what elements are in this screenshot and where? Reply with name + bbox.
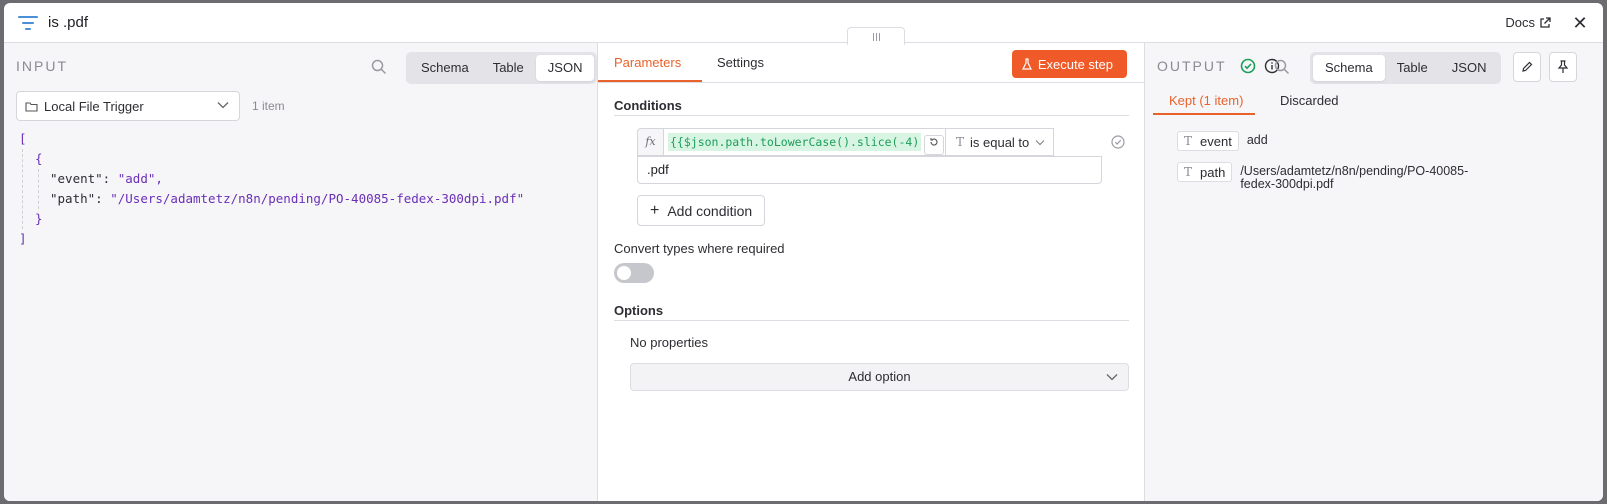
filter-icon bbox=[18, 16, 38, 30]
output-panel: OUTPUT Schema Table JSON Kept (1 item) D… bbox=[1145, 43, 1603, 501]
close-icon: ✕ bbox=[1572, 13, 1588, 33]
pin-output-button[interactable] bbox=[1549, 52, 1577, 82]
expression-text: {{$json.path.toLowerCase().slice(-4) bbox=[668, 133, 922, 151]
json-brace-open: { bbox=[35, 151, 43, 166]
search-icon[interactable] bbox=[371, 59, 387, 75]
json-bracket-close: ] bbox=[19, 231, 27, 246]
output-view-schema[interactable]: Schema bbox=[1313, 55, 1385, 81]
json-value-path: "/Users/adamtetz/n8n/pending/PO-40085-fe… bbox=[110, 191, 525, 206]
condition-check-icon bbox=[1111, 135, 1125, 149]
condition-left-expression[interactable]: {{$json.path.toLowerCase().slice(-4) bbox=[663, 128, 945, 156]
chevron-down-icon bbox=[1106, 374, 1118, 381]
expression-expand-button[interactable] bbox=[924, 135, 944, 155]
type-text-icon: T bbox=[1184, 165, 1193, 179]
node-details-modal: is .pdf Docs ✕ INPUT Schema Table JSON L… bbox=[4, 3, 1603, 501]
field-value-line: fedex-300dpi.pdf bbox=[1240, 177, 1334, 191]
json-viewer: [ { "event": "add", "path": "/Users/adam… bbox=[19, 129, 524, 249]
no-properties-text: No properties bbox=[630, 335, 709, 350]
success-check-icon bbox=[1240, 58, 1256, 74]
close-button[interactable]: ✕ bbox=[1569, 12, 1591, 34]
convert-types-label: Convert types where required bbox=[614, 241, 785, 256]
condition-right-value[interactable]: .pdf bbox=[637, 156, 1102, 184]
expand-icon bbox=[930, 138, 938, 146]
input-node-select[interactable]: Local File Trigger bbox=[16, 91, 240, 121]
input-label: INPUT bbox=[16, 58, 68, 74]
schema-field-tag[interactable]: T path bbox=[1177, 162, 1233, 182]
operator-label: is equal to bbox=[970, 134, 1030, 150]
search-icon[interactable] bbox=[1274, 59, 1290, 75]
docs-label: Docs bbox=[1505, 15, 1535, 30]
add-option-label: Add option bbox=[848, 369, 911, 384]
json-brace-close: } bbox=[35, 211, 43, 226]
input-panel: INPUT Schema Table JSON Local File Trigg… bbox=[4, 43, 598, 501]
field-value: /Users/adamtetz/n8n/pending/PO-40085- fe… bbox=[1240, 162, 1468, 191]
json-bracket-open: [ bbox=[19, 131, 27, 146]
flask-icon bbox=[1021, 58, 1032, 70]
tab-kept[interactable]: Kept (1 item) bbox=[1169, 93, 1243, 108]
docs-link[interactable]: Docs bbox=[1505, 15, 1551, 30]
json-key-path: "path": bbox=[50, 191, 103, 206]
schema-field-path: T path /Users/adamtetz/n8n/pending/PO-40… bbox=[1177, 162, 1468, 191]
pin-icon bbox=[1557, 60, 1569, 73]
add-condition-label: Add condition bbox=[667, 202, 753, 219]
type-text-icon: T bbox=[956, 135, 965, 149]
output-view-switcher: Schema Table JSON bbox=[1310, 52, 1502, 84]
active-tab-indicator bbox=[598, 80, 702, 82]
plus-icon: + bbox=[650, 201, 660, 219]
json-value-event: "add", bbox=[117, 171, 163, 186]
tab-settings[interactable]: Settings bbox=[717, 55, 764, 70]
convert-types-toggle[interactable] bbox=[614, 263, 654, 283]
input-view-json[interactable]: JSON bbox=[535, 55, 595, 81]
input-view-switcher: Schema Table JSON bbox=[406, 52, 598, 84]
schema-field-tag[interactable]: T event bbox=[1177, 131, 1239, 151]
edit-output-button[interactable] bbox=[1513, 52, 1541, 82]
output-view-json[interactable]: JSON bbox=[1440, 55, 1499, 81]
add-condition-button[interactable]: + Add condition bbox=[637, 195, 766, 226]
parameter-tabs: Parameters Settings Execute step bbox=[598, 43, 1144, 83]
execute-step-button[interactable]: Execute step bbox=[1011, 50, 1127, 78]
type-text-icon: T bbox=[1184, 134, 1193, 148]
node-title[interactable]: is .pdf bbox=[48, 14, 88, 31]
execute-step-label: Execute step bbox=[1037, 56, 1113, 72]
input-view-schema[interactable]: Schema bbox=[409, 55, 481, 81]
modal-header: is .pdf Docs ✕ bbox=[4, 3, 1603, 43]
conditions-title: Conditions bbox=[614, 98, 682, 113]
parameters-panel: Parameters Settings Execute step Conditi… bbox=[598, 43, 1145, 501]
options-title: Options bbox=[614, 303, 664, 318]
panel-drag-handle[interactable] bbox=[847, 27, 905, 45]
add-option-select[interactable]: Add option bbox=[630, 363, 1129, 391]
output-tab-indicator bbox=[1153, 113, 1255, 115]
conditions-divider bbox=[614, 115, 1129, 116]
field-name: event bbox=[1200, 133, 1232, 149]
chevron-down-icon bbox=[217, 102, 229, 109]
field-value: add bbox=[1246, 133, 1268, 147]
options-divider bbox=[614, 320, 1129, 321]
external-link-icon bbox=[1540, 16, 1551, 28]
tab-discarded[interactable]: Discarded bbox=[1280, 93, 1339, 108]
chevron-down-icon bbox=[1035, 139, 1045, 145]
schema-field-event: T event add bbox=[1177, 131, 1268, 151]
pencil-icon bbox=[1522, 61, 1533, 72]
tab-parameters[interactable]: Parameters bbox=[614, 55, 681, 70]
json-key-event: "event": bbox=[50, 171, 111, 186]
expression-fx-badge: fx bbox=[637, 128, 663, 156]
output-label: OUTPUT bbox=[1157, 58, 1227, 74]
folder-icon bbox=[25, 101, 38, 112]
condition-operator-select[interactable]: T is equal to bbox=[945, 128, 1054, 156]
input-view-table[interactable]: Table bbox=[481, 55, 536, 81]
condition-row: fx {{$json.path.toLowerCase().slice(-4) … bbox=[637, 128, 1125, 185]
field-name: path bbox=[1200, 164, 1226, 180]
output-view-table[interactable]: Table bbox=[1385, 55, 1440, 81]
input-node-name: Local File Trigger bbox=[44, 98, 144, 114]
input-item-count: 1 item bbox=[252, 99, 285, 113]
